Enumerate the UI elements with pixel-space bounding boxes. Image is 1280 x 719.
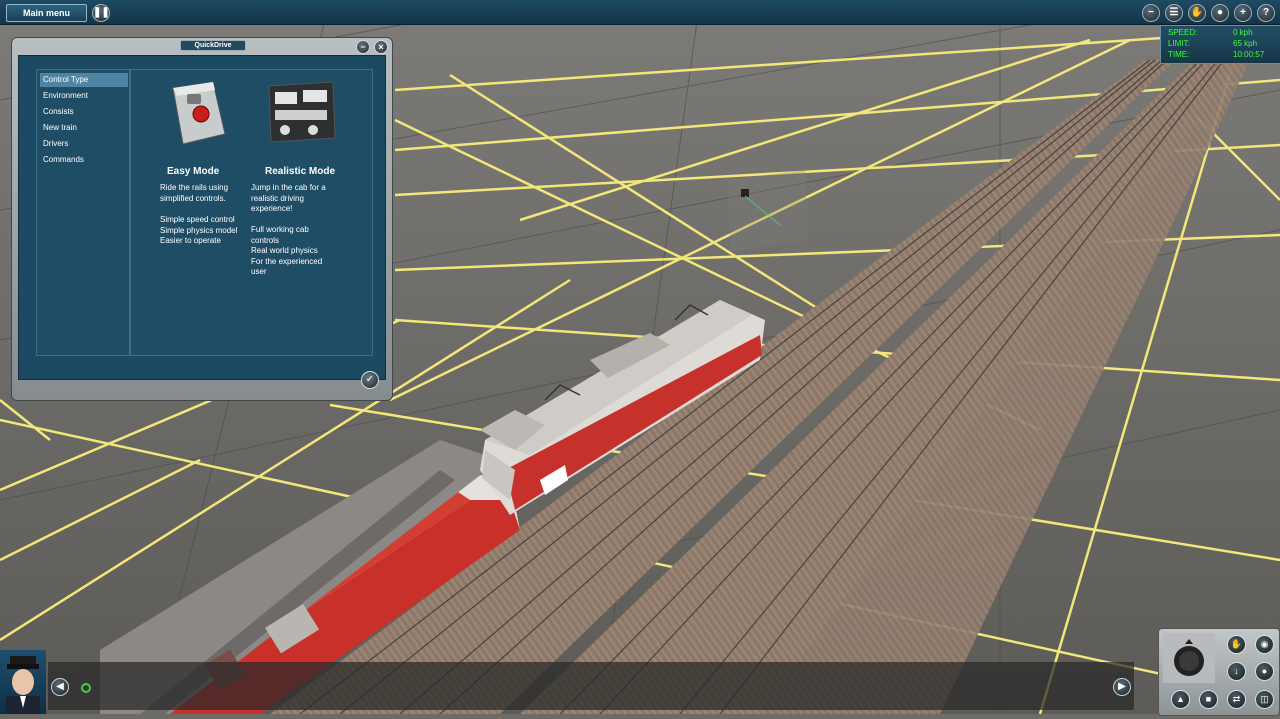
easy-mode-description: Ride the rails using simplified controls…: [160, 183, 229, 203]
scroll-left-icon[interactable]: ◀: [51, 678, 69, 696]
pause-icon[interactable]: ❚❚: [92, 4, 110, 22]
rotate-dial-icon[interactable]: [1163, 633, 1215, 683]
train-view-icon[interactable]: ■: [1199, 690, 1218, 709]
nav-item-commands[interactable]: Commands: [40, 153, 128, 167]
quickdrive-window: QuickDrive − × Control Type Environment …: [11, 37, 393, 401]
pan-icon[interactable]: ✋: [1188, 4, 1206, 22]
quickdrive-nav: Control Type Environment Consists New tr…: [36, 69, 130, 356]
eye-icon[interactable]: ◉: [1255, 635, 1274, 654]
easy-mode-features: Simple speed control Simple physics mode…: [160, 215, 238, 245]
realistic-mode-description: Jump in the cab for a realistic driving …: [251, 183, 326, 213]
plus-icon[interactable]: +: [1234, 4, 1252, 22]
message-bar: [48, 662, 1134, 710]
speed-hud: SPEED: 0 kph LIMIT: 65 kph TIME: 10:00:5…: [1160, 25, 1280, 64]
realistic-mode-title[interactable]: Realistic Mode: [265, 166, 335, 177]
camera-marker: [728, 170, 808, 252]
easy-mode-title[interactable]: Easy Mode: [167, 166, 219, 177]
camera-icon[interactable]: ●: [1211, 4, 1229, 22]
nav-item-consists[interactable]: Consists: [40, 105, 128, 119]
close-icon[interactable]: ×: [374, 40, 388, 54]
hud-limit-row: LIMIT: 65 kph: [1168, 39, 1278, 49]
layers-icon[interactable]: ☰: [1165, 4, 1183, 22]
minimize-icon[interactable]: −: [356, 40, 370, 54]
status-indicator-icon: [81, 683, 91, 693]
hud-time-row: TIME: 10:00:57: [1168, 50, 1278, 60]
stop-icon[interactable]: ●: [1255, 662, 1274, 681]
marker-icon[interactable]: ↓: [1227, 662, 1246, 681]
grab-hand-icon[interactable]: ✋: [1227, 635, 1246, 654]
confirm-check-icon[interactable]: ✓: [361, 371, 379, 389]
nav-item-new-train[interactable]: New train: [40, 121, 128, 135]
couple-icon[interactable]: ⇄: [1227, 690, 1246, 709]
help-icon[interactable]: ?: [1257, 4, 1275, 22]
top-toolbar: Main menu ❚❚ − ☰ ✋ ● + ?: [0, 0, 1280, 25]
hud-time-label: TIME:: [1168, 50, 1190, 59]
hud-limit-label: LIMIT:: [1168, 39, 1190, 48]
main-menu-button[interactable]: Main menu: [6, 4, 87, 22]
driver-avatar[interactable]: [0, 650, 46, 714]
nav-item-environment[interactable]: Environment: [40, 89, 128, 103]
realistic-mode-cab-icon[interactable]: [263, 80, 339, 146]
realistic-mode-features: Full working cab controls Real world phy…: [251, 225, 323, 276]
driver-portrait-icon: [6, 656, 40, 714]
hud-speed-row: SPEED: 0 kph: [1168, 28, 1278, 38]
upload-icon[interactable]: ▲: [1171, 690, 1190, 709]
control-type-content: Easy Mode Ride the rails using simplifie…: [130, 69, 373, 356]
scroll-right-icon[interactable]: ▶: [1113, 678, 1131, 696]
hud-speed-value: 0 kph: [1233, 28, 1253, 37]
quickdrive-title: QuickDrive: [180, 40, 246, 51]
hud-time-value: 10:00:57: [1233, 50, 1265, 59]
save-icon[interactable]: ◫: [1255, 690, 1274, 709]
camera-control-panel: ✋ ◉ ↓ ● ▲ ■ ⇄ ◫: [1158, 628, 1280, 716]
nav-item-drivers[interactable]: Drivers: [40, 137, 128, 151]
hud-speed-label: SPEED:: [1168, 28, 1198, 37]
easy-mode-controller-icon[interactable]: [167, 78, 229, 148]
quickdrive-panel: Control Type Environment Consists New tr…: [18, 55, 386, 380]
nav-item-control-type[interactable]: Control Type: [40, 73, 128, 87]
minus-icon[interactable]: −: [1142, 4, 1160, 22]
hud-limit-value: 65 kph: [1233, 39, 1258, 48]
